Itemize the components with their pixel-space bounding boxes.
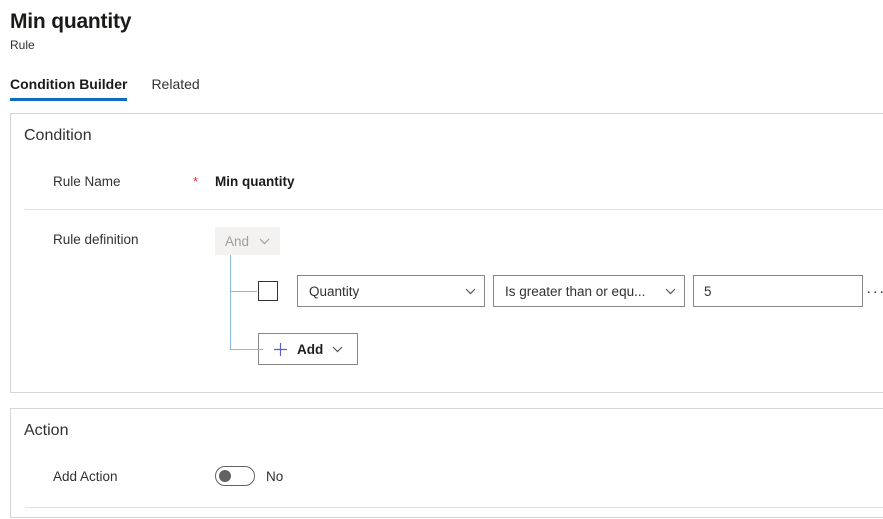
tab-bar: Condition Builder Related [0, 71, 883, 101]
rule-name-value: Min quantity [215, 169, 295, 191]
tab-related-label: Related [151, 76, 199, 92]
action-card: Action Add Action No [10, 408, 883, 518]
page-header: Min quantity Rule [0, 0, 883, 54]
rule-tree: Quantity Is greater than or equ... [11, 255, 883, 365]
rule-definition-label: Rule definition [53, 227, 193, 249]
rule-definition-row: Rule definition And [11, 227, 883, 255]
page-subtitle: Rule [10, 37, 883, 54]
tab-condition-builder[interactable]: Condition Builder [10, 74, 127, 101]
plus-icon [273, 342, 288, 357]
tree-branch-add [230, 349, 263, 350]
condition-section-title: Condition [11, 114, 883, 147]
chevron-down-icon [259, 238, 270, 245]
rule-operator-dropdown[interactable]: Is greater than or equ... [493, 275, 685, 307]
chevron-down-icon [465, 288, 476, 295]
rule-name-required-marker: * [193, 169, 215, 191]
chevron-down-icon [665, 288, 676, 295]
add-condition-button[interactable]: Add [258, 333, 358, 365]
action-section-title: Action [11, 409, 883, 442]
add-action-label: Add Action [53, 467, 193, 486]
add-action-toggle[interactable] [215, 466, 255, 486]
tab-condition-builder-label: Condition Builder [10, 76, 127, 92]
rule-field-dropdown[interactable]: Quantity [297, 275, 485, 307]
logic-operator-dropdown[interactable]: And [215, 227, 280, 255]
tab-related[interactable]: Related [151, 74, 199, 101]
add-button-wrap: Add [53, 307, 883, 365]
add-action-toggle-state: No [266, 469, 283, 484]
condition-card: Condition Rule Name * Min quantity Rule … [10, 113, 883, 393]
rule-operator-value: Is greater than or equ... [505, 284, 645, 299]
rule-value-textbox[interactable] [693, 275, 863, 307]
rule-name-row: Rule Name * Min quantity [11, 169, 883, 191]
page-title: Min quantity [10, 8, 883, 36]
condition-rule-row: Quantity Is greater than or equ... [53, 255, 883, 307]
rule-name-divider [25, 209, 883, 210]
logic-operator-value: And [225, 234, 249, 249]
rule-value-input[interactable] [704, 284, 852, 299]
chevron-down-icon [332, 346, 343, 353]
toggle-knob [219, 470, 231, 482]
rule-select-checkbox[interactable] [258, 281, 278, 301]
ellipsis-icon[interactable]: ··· [863, 276, 883, 306]
add-action-toggle-wrap: No [215, 466, 283, 486]
rule-field-value: Quantity [309, 284, 359, 299]
add-action-divider [25, 507, 883, 508]
add-action-row: Add Action No [11, 466, 883, 486]
rule-name-label: Rule Name [53, 169, 193, 191]
add-button-label: Add [297, 342, 323, 357]
